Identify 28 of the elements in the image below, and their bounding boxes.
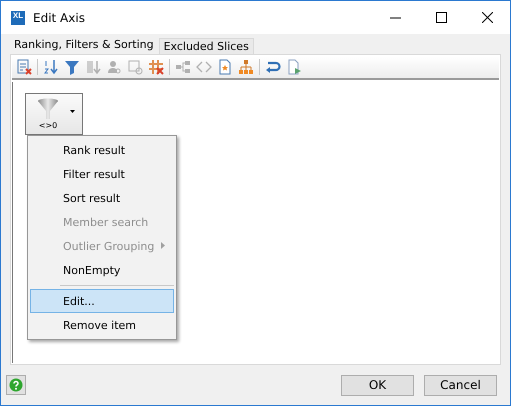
menu-item[interactable]: Filter result — [30, 162, 174, 186]
menu-item[interactable]: Rank result — [30, 138, 174, 162]
close-icon[interactable] — [482, 12, 492, 23]
document-play-icon[interactable] — [286, 59, 302, 75]
grid-delete-icon[interactable] — [148, 59, 164, 75]
menu-item[interactable]: Edit... — [30, 289, 174, 313]
menu-item[interactable]: Remove item — [30, 313, 174, 337]
dialog-button[interactable]: Cancel — [424, 374, 497, 396]
dialog-button[interactable]: OK — [341, 374, 414, 396]
tab[interactable]: Excluded Slices — [158, 38, 254, 54]
item-caption: <>0 — [38, 121, 58, 130]
app-logo: XL — [11, 10, 25, 24]
help-icon — [9, 378, 23, 392]
document-star-icon[interactable] — [217, 59, 233, 75]
help-button[interactable] — [6, 375, 26, 395]
submenu-arrow-icon — [161, 242, 165, 249]
menu-item[interactable]: Sort result — [30, 186, 174, 210]
caret-icon — [70, 110, 75, 113]
sort-icon[interactable] — [43, 59, 59, 75]
return-arrow-icon[interactable] — [265, 59, 281, 75]
menu-item[interactable]: NonEmpty — [30, 258, 174, 282]
filter-icon[interactable] — [64, 59, 80, 75]
window-title: Edit Axis — [33, 10, 86, 24]
maximize-icon[interactable] — [436, 12, 446, 23]
hierarchy-icon[interactable] — [238, 59, 254, 75]
filter-item-button[interactable]: <>0 — [25, 93, 83, 135]
funnel-icon — [37, 98, 59, 120]
list-delete-icon[interactable] — [16, 59, 32, 75]
